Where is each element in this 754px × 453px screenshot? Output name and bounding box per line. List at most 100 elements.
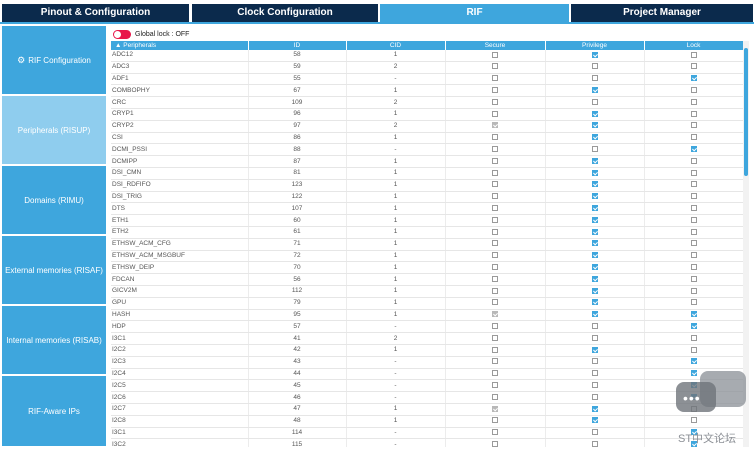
lock-checkbox[interactable]: [690, 370, 697, 377]
table-row[interactable]: DSI_TRIG 122 1: [111, 191, 743, 204]
privilege-checkbox[interactable]: [591, 240, 598, 247]
tab-rif[interactable]: RIF: [380, 4, 569, 22]
secure-checkbox[interactable]: [492, 381, 498, 388]
column-header-peripherals[interactable]: ▲ Peripherals: [111, 41, 249, 50]
lock-checkbox[interactable]: [690, 205, 697, 212]
table-row[interactable]: ETH1 60 1: [111, 214, 743, 227]
secure-checkbox[interactable]: [492, 370, 498, 377]
lock-checkbox[interactable]: [690, 75, 697, 82]
table-row[interactable]: CRC 109 2: [111, 96, 743, 109]
privilege-checkbox[interactable]: [591, 323, 598, 329]
secure-checkbox[interactable]: [492, 393, 498, 400]
privilege-checkbox[interactable]: [591, 287, 598, 294]
secure-checkbox[interactable]: [492, 87, 498, 94]
secure-checkbox[interactable]: [492, 334, 498, 341]
table-scrollbar-thumb[interactable]: [744, 48, 748, 176]
table-row[interactable]: HDP 57-: [111, 320, 743, 334]
privilege-checkbox[interactable]: [591, 311, 598, 318]
sidebar-item-peripherals[interactable]: Peripherals (RISUP): [2, 96, 106, 164]
table-row[interactable]: DCMI_PSSI 88-: [111, 143, 743, 157]
lock-checkbox[interactable]: [690, 287, 697, 294]
privilege-checkbox[interactable]: [591, 299, 598, 306]
lock-checkbox[interactable]: [690, 193, 697, 200]
secure-checkbox[interactable]: [492, 216, 498, 223]
table-row[interactable]: I2C2 42 1: [111, 344, 743, 357]
privilege-checkbox[interactable]: [591, 264, 598, 271]
privilege-checkbox[interactable]: [591, 134, 598, 141]
privilege-checkbox[interactable]: [591, 122, 598, 129]
table-row[interactable]: FDCAN 56 1: [111, 273, 743, 286]
secure-checkbox[interactable]: [492, 275, 498, 282]
secure-checkbox[interactable]: [492, 440, 498, 447]
secure-checkbox[interactable]: [492, 205, 498, 212]
lock-checkbox[interactable]: [690, 134, 697, 141]
privilege-checkbox[interactable]: [591, 440, 598, 447]
table-row[interactable]: ETHSW_DEIP 70 1: [111, 261, 743, 275]
table-row[interactable]: COMBOPHY 67 1: [111, 84, 743, 98]
table-row[interactable]: ETHSW_ACM_MSGBUF 72 1: [111, 250, 743, 263]
lock-checkbox[interactable]: [690, 311, 697, 318]
secure-checkbox[interactable]: [492, 323, 498, 329]
lock-checkbox[interactable]: [690, 122, 697, 129]
lock-checkbox[interactable]: [690, 275, 697, 282]
privilege-checkbox[interactable]: [591, 87, 598, 94]
privilege-checkbox[interactable]: [591, 429, 598, 436]
table-row[interactable]: ETH2 61 1: [111, 226, 743, 239]
lock-checkbox[interactable]: [690, 323, 697, 329]
lock-checkbox[interactable]: [690, 87, 697, 94]
secure-checkbox[interactable]: [492, 287, 498, 294]
privilege-checkbox[interactable]: [591, 205, 598, 212]
column-header-secure[interactable]: Secure: [445, 41, 546, 50]
privilege-checkbox[interactable]: [591, 169, 598, 176]
secure-checkbox[interactable]: [492, 98, 498, 105]
table-row[interactable]: I2C8 48 1: [111, 415, 743, 428]
secure-checkbox[interactable]: [492, 63, 498, 70]
lock-checkbox[interactable]: [690, 169, 697, 176]
secure-checkbox[interactable]: [492, 181, 498, 188]
privilege-checkbox[interactable]: [591, 75, 598, 82]
table-row[interactable]: DCMIPP 87 1: [111, 155, 743, 168]
lock-checkbox[interactable]: [690, 334, 697, 341]
lock-checkbox[interactable]: [690, 346, 697, 353]
lock-checkbox[interactable]: [690, 417, 697, 424]
tab-clock-configuration[interactable]: Clock Configuration: [192, 4, 378, 22]
secure-checkbox[interactable]: [492, 264, 498, 271]
privilege-checkbox[interactable]: [591, 405, 598, 412]
table-row[interactable]: I3C1 114-: [111, 427, 743, 440]
privilege-checkbox[interactable]: [591, 63, 598, 70]
secure-checkbox[interactable]: [492, 252, 498, 259]
table-row[interactable]: I2C5 45-: [111, 379, 743, 393]
privilege-checkbox[interactable]: [591, 146, 598, 153]
table-row[interactable]: I2C4 44-: [111, 368, 743, 381]
privilege-checkbox[interactable]: [591, 358, 598, 365]
lock-checkbox[interactable]: [690, 252, 697, 259]
secure-checkbox[interactable]: [492, 51, 498, 58]
privilege-checkbox[interactable]: [591, 110, 598, 117]
lock-checkbox[interactable]: [690, 216, 697, 223]
privilege-checkbox[interactable]: [591, 275, 598, 282]
privilege-checkbox[interactable]: [591, 393, 598, 400]
lock-checkbox[interactable]: [690, 157, 697, 164]
table-row[interactable]: ADF1 55-: [111, 73, 743, 86]
secure-checkbox[interactable]: [492, 134, 498, 141]
table-row[interactable]: ADC3 59 2: [111, 61, 743, 74]
lock-checkbox[interactable]: [690, 299, 697, 306]
privilege-checkbox[interactable]: [591, 51, 598, 58]
secure-checkbox[interactable]: [492, 417, 498, 424]
lock-checkbox[interactable]: [690, 240, 697, 247]
secure-checkbox[interactable]: [492, 110, 498, 117]
global-lock-toggle[interactable]: [113, 29, 131, 39]
table-row[interactable]: CSI 86 1: [111, 132, 743, 145]
secure-checkbox[interactable]: [492, 299, 498, 306]
table-row[interactable]: I2C7 47 1: [111, 403, 743, 416]
lock-checkbox[interactable]: [690, 228, 697, 235]
secure-checkbox[interactable]: [492, 429, 498, 436]
privilege-checkbox[interactable]: [591, 157, 598, 164]
privilege-checkbox[interactable]: [591, 252, 598, 259]
lock-checkbox[interactable]: [690, 110, 697, 117]
secure-checkbox[interactable]: [492, 240, 498, 247]
privilege-checkbox[interactable]: [591, 216, 598, 223]
secure-checkbox[interactable]: [492, 228, 498, 235]
secure-checkbox[interactable]: [492, 146, 498, 153]
table-row[interactable]: I2C3 43-: [111, 356, 743, 369]
